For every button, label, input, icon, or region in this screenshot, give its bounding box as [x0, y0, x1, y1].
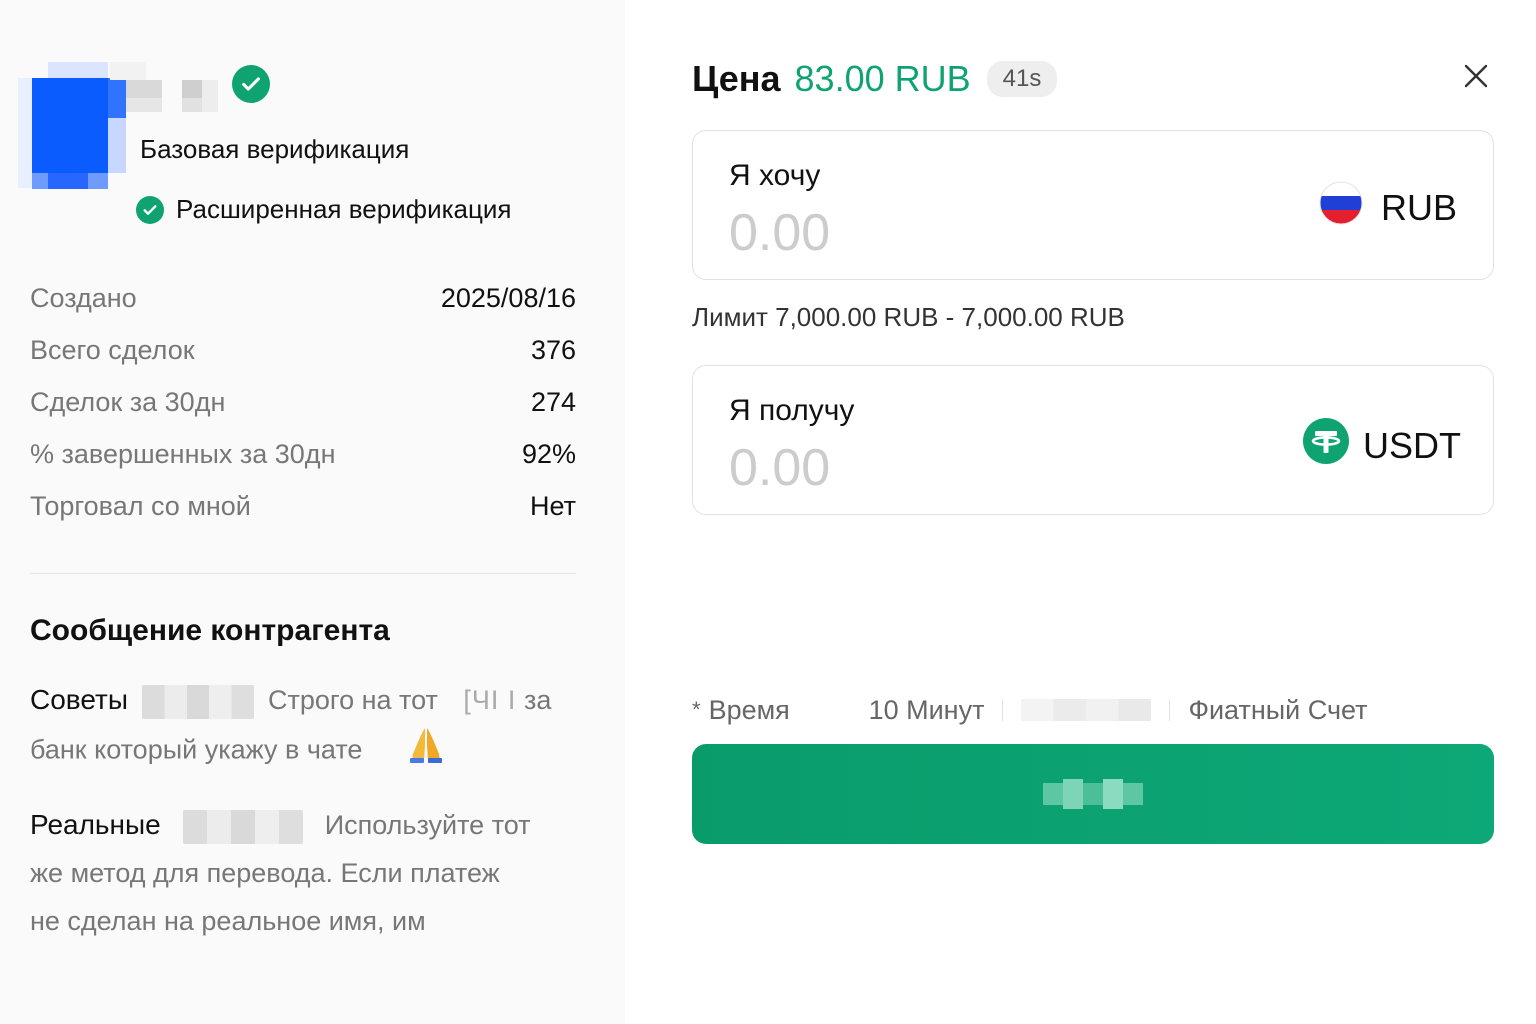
receive-amount-input[interactable] — [729, 436, 1229, 500]
pay-label: Я хочу — [729, 159, 821, 192]
required-marker: * — [692, 697, 701, 722]
close-button[interactable] — [1458, 58, 1494, 94]
pray-icon — [408, 724, 444, 779]
stat-value: Нет — [530, 490, 576, 521]
blurred-text — [182, 809, 303, 844]
message-tip-1: Советы Строго на тот [ЧI I за банк которы… — [30, 676, 590, 779]
russia-flag-icon — [1319, 181, 1363, 234]
stat-value: 92% — [521, 438, 576, 469]
verification-advanced: Расширенная верификация — [136, 194, 512, 225]
price-refresh-timer: 41s — [986, 61, 1058, 97]
time-value: 10 Минут — [868, 694, 985, 725]
tip-heading: Реальные — [30, 809, 161, 840]
username-blurred — [110, 62, 220, 116]
tip-text: Используйте тот — [324, 810, 531, 840]
close-icon — [1464, 64, 1488, 88]
tip-text: не сделан на реальное имя, им — [30, 906, 426, 936]
limit-text: Лимит 7,000.00 RUB - 7,000.00 RUB — [692, 302, 1125, 332]
payment-info-row: * Время 10 Минут Фиатный Счет — [692, 690, 1494, 730]
blurred-glyphs: [ЧI I — [463, 685, 517, 715]
blurred-payment-method — [1021, 699, 1152, 721]
receive-label: Я получу — [729, 394, 855, 427]
verification-advanced-label: Расширенная верификация — [176, 194, 512, 224]
receive-currency: USDT — [1303, 418, 1461, 473]
time-label: Время — [708, 694, 790, 725]
counterparty-panel: Базовая верификация Расширенная верифика… — [0, 0, 625, 1024]
tip-heading: Советы — [30, 684, 128, 715]
receive-currency-code: USDT — [1363, 424, 1461, 466]
verification-basic: Базовая верификация — [140, 134, 410, 164]
check-circle-icon — [232, 65, 270, 103]
blurred-text — [141, 684, 254, 719]
price-value: 83.00 RUB — [794, 58, 971, 99]
divider — [30, 573, 576, 574]
counterparty-message: Советы Строго на тот [ЧI I за банк которы… — [30, 676, 590, 967]
stat-value: 376 — [530, 334, 576, 365]
price-label: Цена — [692, 58, 781, 99]
p2p-order-modal: Базовая верификация Расширенная верифика… — [0, 0, 1536, 1024]
tip-text: за — [523, 685, 552, 715]
separator — [1002, 699, 1004, 721]
receive-amount-box: Я получу USDT — [692, 365, 1494, 515]
stat-row-completion-30d: % завершенных за 30дн 92% — [30, 428, 576, 480]
stat-label: Всего сделок — [30, 334, 195, 365]
counterparty-message-title: Сообщение контрагента — [30, 614, 390, 647]
stat-label: Создано — [30, 282, 137, 313]
stat-value: 2025/08/16 — [440, 282, 576, 313]
pay-currency: RUB — [1319, 181, 1457, 234]
stat-row-traded-with-me: Торговал со мной Нет — [30, 480, 576, 532]
separator — [1169, 699, 1171, 721]
pay-amount-input[interactable] — [729, 201, 1229, 265]
tip-text: же метод для перевода. Если платеж — [30, 858, 500, 888]
tip-text: Строго на тот — [267, 685, 438, 715]
stat-label: Торговал со мной — [30, 490, 251, 521]
stat-row-created: Создано 2025/08/16 — [30, 272, 576, 324]
blurred-button-label — [1043, 779, 1143, 809]
stat-row-trades-30d: Сделок за 30дн 274 — [30, 376, 576, 428]
stats-list: Создано 2025/08/16 Всего сделок 376 Сдел… — [30, 272, 576, 532]
price-row: Цена 83.00 RUB 41s — [692, 58, 1058, 100]
stat-value: 274 — [530, 386, 576, 417]
fiat-account-label: Фиатный Счет — [1188, 694, 1368, 725]
tip-text: банк который укажу в чате — [30, 734, 363, 765]
pay-amount-box: Я хочу RUB — [692, 130, 1494, 280]
pay-currency-code: RUB — [1380, 186, 1457, 228]
check-circle-icon — [136, 195, 164, 224]
stat-label: Сделок за 30дн — [30, 386, 226, 417]
tether-icon — [1303, 418, 1349, 473]
submit-order-button[interactable] — [692, 744, 1494, 844]
stat-row-total-trades: Всего сделок 376 — [30, 324, 576, 376]
message-tip-2: Реальные Используйте тот же метод для пер… — [30, 801, 590, 945]
stat-label: % завершенных за 30дн — [30, 438, 336, 469]
